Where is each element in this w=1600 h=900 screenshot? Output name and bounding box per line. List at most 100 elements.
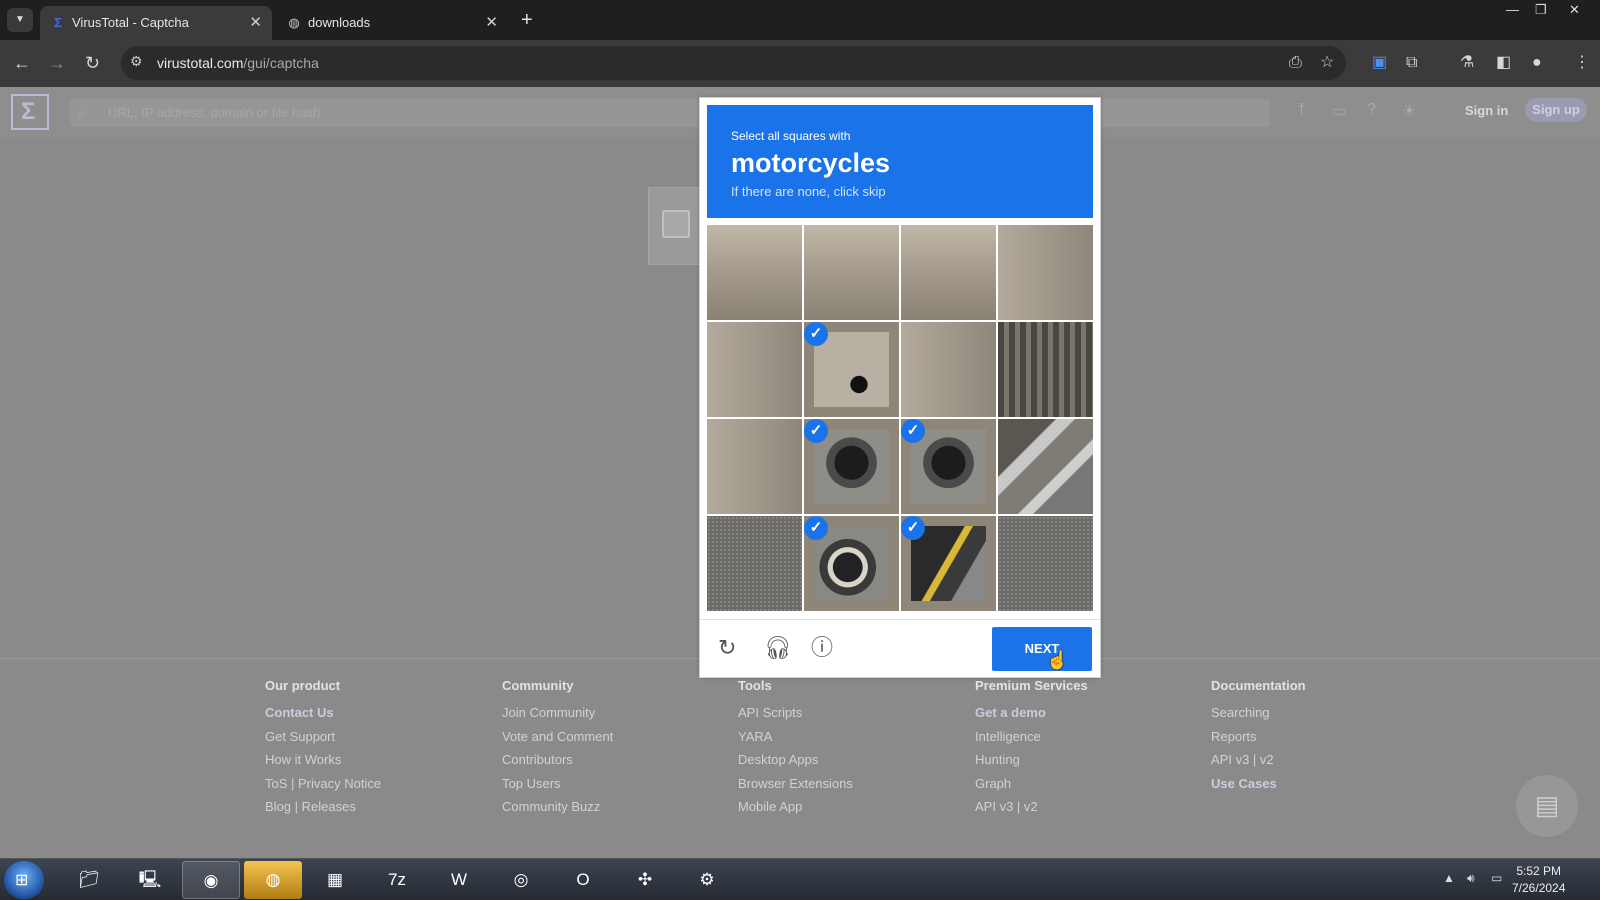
captcha-tile[interactable] bbox=[804, 225, 899, 320]
tile-image bbox=[998, 322, 1093, 417]
footer-link[interactable]: Intelligence bbox=[975, 729, 1088, 753]
site-settings-icon[interactable]: ⚙ bbox=[130, 53, 143, 70]
captcha-tile[interactable] bbox=[998, 419, 1093, 514]
word-icon[interactable]: W bbox=[430, 861, 488, 899]
footer-link[interactable]: Desktop Apps bbox=[738, 752, 853, 776]
captcha-tile-selected[interactable]: ✓ bbox=[901, 419, 996, 514]
captcha-tile[interactable] bbox=[707, 322, 802, 417]
footer-link[interactable]: ToS | Privacy Notice bbox=[265, 776, 381, 800]
extension-cast-icon[interactable]: ▣ bbox=[1372, 52, 1387, 74]
game-controller-icon[interactable]: ✣ bbox=[616, 861, 674, 899]
footer-link[interactable]: Join Community bbox=[502, 705, 613, 729]
footer-link[interactable]: Contact Us bbox=[265, 705, 381, 729]
footer-link[interactable]: API Scripts bbox=[738, 705, 853, 729]
footer-link[interactable]: Hunting bbox=[975, 752, 1088, 776]
captcha-tile[interactable] bbox=[707, 419, 802, 514]
recaptcha-checkbox[interactable] bbox=[662, 210, 690, 238]
captcha-tile-selected[interactable]: ✓ bbox=[804, 419, 899, 514]
tile-image bbox=[901, 225, 996, 320]
tab-search-chevron-icon[interactable]: ▼ bbox=[7, 8, 33, 32]
colorful-app-icon[interactable]: ▦ bbox=[306, 861, 364, 899]
virustotal-favicon-icon: Σ bbox=[54, 15, 62, 30]
audio-challenge-headphones-icon[interactable]: 🎧︎ bbox=[764, 636, 792, 660]
reload-icon[interactable]: ↻ bbox=[85, 51, 100, 75]
start-button[interactable]: ⊞ bbox=[4, 861, 44, 899]
footer-link[interactable]: Contributors bbox=[502, 752, 613, 776]
tile-image bbox=[814, 332, 889, 407]
footer-link[interactable]: Use Cases bbox=[1211, 776, 1306, 800]
computer-icon[interactable]: 🖳 bbox=[121, 861, 179, 899]
restore-icon[interactable]: ❐ bbox=[1535, 0, 1547, 20]
captcha-tile[interactable] bbox=[901, 322, 996, 417]
network-icon[interactable]: ▭ bbox=[1491, 871, 1502, 885]
tile-image bbox=[998, 419, 1093, 514]
chrome-taskbar-icon[interactable]: ◉ bbox=[182, 861, 240, 899]
file-explorer-icon[interactable]: 📁︎ bbox=[60, 861, 118, 899]
install-app-icon[interactable]: ⎙ bbox=[1289, 52, 1302, 74]
minimize-icon[interactable]: — bbox=[1506, 0, 1519, 20]
captcha-tile[interactable] bbox=[901, 225, 996, 320]
footer-link[interactable]: Get a demo bbox=[975, 705, 1088, 729]
back-arrow-icon[interactable]: ← bbox=[13, 51, 31, 75]
chat-support-icon[interactable]: ▤ bbox=[1516, 775, 1578, 837]
footer-link[interactable]: Mobile App bbox=[738, 799, 853, 823]
side-panel-icon[interactable]: ◧ bbox=[1496, 52, 1511, 74]
volume-icon[interactable]: 🔊︎ bbox=[1467, 871, 1475, 886]
captcha-tile[interactable] bbox=[998, 516, 1093, 611]
mouse-pointer-icon: ☝ bbox=[1046, 650, 1069, 670]
theme-toggle-icon[interactable]: ☀ bbox=[1402, 101, 1416, 121]
bookmark-star-icon[interactable]: ☆ bbox=[1320, 52, 1334, 74]
notifications-icon[interactable]: ▭ bbox=[1332, 101, 1347, 121]
close-tab-icon[interactable]: ✕ bbox=[249, 13, 262, 31]
forward-arrow-icon[interactable]: → bbox=[48, 51, 66, 75]
footer-link[interactable]: Blog | Releases bbox=[265, 799, 381, 823]
captcha-tile-selected[interactable]: ✓ bbox=[804, 516, 899, 611]
more-menu-icon[interactable]: ⋮ bbox=[1574, 52, 1590, 74]
info-icon[interactable]: ⓘ bbox=[811, 636, 833, 660]
tray-expand-icon[interactable]: ▲ bbox=[1443, 871, 1455, 885]
captcha-tile[interactable] bbox=[707, 516, 802, 611]
footer-link[interactable]: Browser Extensions bbox=[738, 776, 853, 800]
sign-in-link[interactable]: Sign in bbox=[1465, 103, 1508, 118]
captcha-tile-selected[interactable]: ✓ bbox=[901, 516, 996, 611]
tab-virustotal-captcha[interactable]: Σ VirusTotal - Captcha ✕ bbox=[40, 6, 272, 40]
footer-link[interactable]: Graph bbox=[975, 776, 1088, 800]
footer-link[interactable]: API v3 | v2 bbox=[975, 799, 1088, 823]
tile-image bbox=[911, 429, 986, 504]
browser-tab-bar: ▼ Σ VirusTotal - Captcha ✕ ◍ downloads ✕… bbox=[0, 0, 1600, 40]
footer-link[interactable]: Searching bbox=[1211, 705, 1306, 729]
taskbar-clock[interactable]: 5:52 PM 7/26/2024 bbox=[1512, 863, 1565, 897]
new-tab-icon[interactable]: + bbox=[521, 8, 533, 32]
sign-up-button[interactable]: Sign up bbox=[1525, 98, 1587, 122]
footer-link[interactable]: Vote and Comment bbox=[502, 729, 613, 753]
virustotal-logo-icon[interactable]: Σ bbox=[11, 94, 49, 130]
reload-challenge-icon[interactable]: ↻ bbox=[718, 636, 736, 660]
close-window-icon[interactable]: ✕ bbox=[1569, 0, 1580, 20]
help-icon[interactable]: ? bbox=[1367, 101, 1376, 119]
captcha-tile[interactable] bbox=[998, 225, 1093, 320]
footer-link[interactable]: Community Buzz bbox=[502, 799, 613, 823]
footer-link[interactable]: Get Support bbox=[265, 729, 381, 753]
footer-link[interactable]: API v3 | v2 bbox=[1211, 752, 1306, 776]
close-tab-icon[interactable]: ✕ bbox=[485, 13, 498, 31]
labs-flask-icon[interactable]: ⚗ bbox=[1460, 52, 1474, 74]
captcha-tile[interactable] bbox=[707, 225, 802, 320]
tab-downloads[interactable]: ◍ downloads ✕ bbox=[276, 6, 508, 40]
profile-icon[interactable]: ● bbox=[1532, 52, 1542, 74]
footer-link[interactable]: Reports bbox=[1211, 729, 1306, 753]
obs-icon[interactable]: ◎ bbox=[492, 861, 550, 899]
outlook-icon[interactable]: O bbox=[554, 861, 612, 899]
globe-app-icon[interactable]: ◍ bbox=[244, 861, 302, 899]
captcha-tile-selected[interactable]: ✓ bbox=[804, 322, 899, 417]
next-button[interactable]: NEXT bbox=[992, 627, 1092, 671]
7zip-icon[interactable]: 7z bbox=[368, 861, 426, 899]
steam-icon[interactable]: ⚙ bbox=[678, 861, 736, 899]
footer-link[interactable]: How it Works bbox=[265, 752, 381, 776]
footer-link[interactable]: YARA bbox=[738, 729, 853, 753]
address-bar[interactable]: ⚙ virustotal.com/gui/captcha bbox=[121, 46, 1346, 80]
tile-image bbox=[707, 516, 802, 611]
footer-link[interactable]: Top Users bbox=[502, 776, 613, 800]
captcha-tile[interactable] bbox=[998, 322, 1093, 417]
upload-icon[interactable]: ⤒ bbox=[1298, 101, 1305, 119]
extensions-puzzle-icon[interactable]: ⧉ bbox=[1406, 52, 1417, 74]
